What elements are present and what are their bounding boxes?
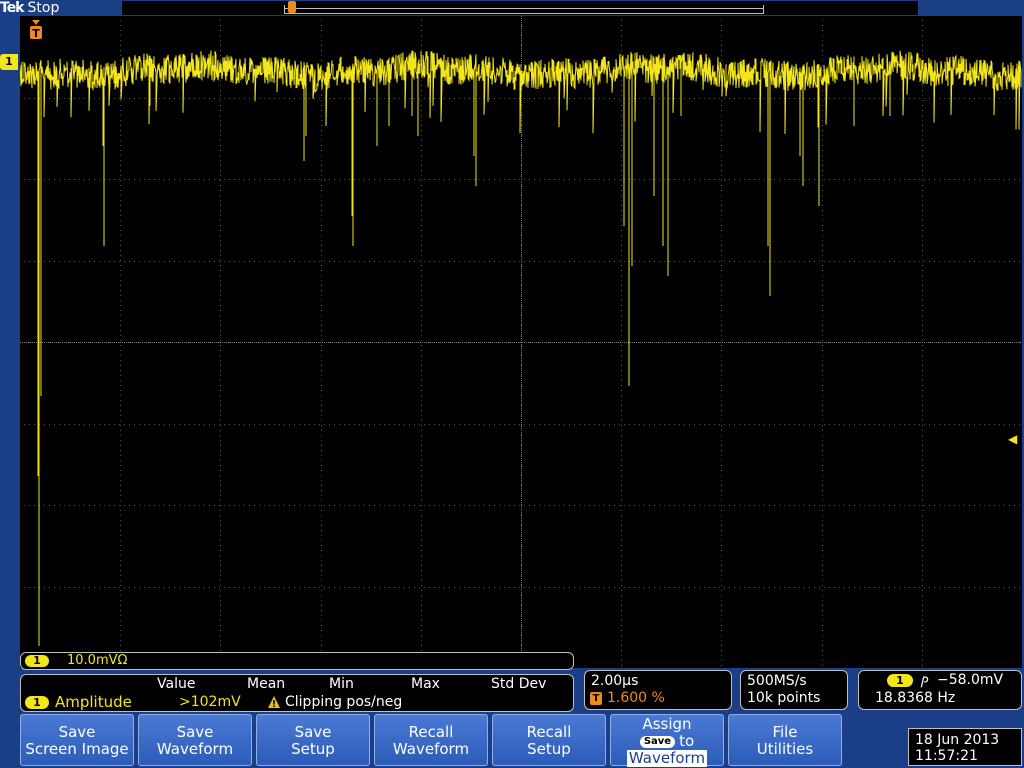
date: 18 Jun 2013 [915, 732, 1000, 748]
graticule [20, 16, 1022, 667]
col-min: Min [329, 676, 354, 692]
trigger-source-badge: 1 [887, 674, 913, 687]
clipping-warning: Clipping pos/neg [285, 694, 403, 710]
col-max: Max [411, 676, 440, 692]
falling-edge-icon: ⳏ [921, 672, 929, 688]
file-utilities-button[interactable]: File Utilities [728, 714, 842, 766]
assign-save-button[interactable]: Assign Save to Waveform [610, 714, 724, 767]
timebase-scale: 2.00µs [591, 673, 639, 689]
ch1-waveform-trace [20, 50, 1022, 646]
save-key-chip: Save [639, 735, 676, 748]
record-trigger-marker [288, 1, 296, 13]
save-waveform-button[interactable]: Save Waveform [138, 714, 252, 766]
record-length: 10k points [747, 690, 821, 706]
channel-scale-readout[interactable]: 1 10.0mVΩ [20, 652, 574, 670]
date-time-readout: 18 Jun 2013 11:57:21 [908, 728, 1022, 766]
waveform-display[interactable] [20, 16, 1022, 668]
warning-icon [268, 696, 280, 708]
measurement-panel[interactable]: Value Mean Min Max Std Dev 1 Amplitude >… [20, 674, 574, 712]
recall-setup-button[interactable]: Recall Setup [492, 714, 606, 766]
trigger-position-icon[interactable]: T [28, 20, 44, 40]
assign-waveform-selected: Waveform [626, 749, 708, 767]
trigger-level: −58.0mV [937, 672, 1004, 688]
save-setup-button[interactable]: Save Setup [256, 714, 370, 766]
trigger-t-icon: T [590, 692, 602, 705]
record-view-strip [122, 1, 918, 15]
col-std-dev: Std Dev [491, 676, 547, 692]
col-value: Value [157, 676, 196, 692]
ch1-badge: 1 [25, 696, 49, 709]
ch1-scale-value: 10.0mVΩ [67, 653, 128, 668]
top-status-bar: Tek Stop [0, 0, 1024, 16]
trigger-readout[interactable]: 1 ⳏ −58.0mV 18.8368 Hz [858, 670, 1022, 710]
save-screen-image-button[interactable]: Save Screen Image [20, 714, 134, 766]
measurement-value: >102mV [179, 694, 241, 710]
trigger-position-value: 1.600 % [607, 690, 665, 706]
recall-waveform-button[interactable]: Recall Waveform [374, 714, 488, 766]
svg-text:T: T [32, 27, 40, 40]
brand-logo: Tek [0, 0, 24, 16]
measurement-name: Amplitude [55, 693, 132, 711]
brand-status: Tek Stop [0, 0, 59, 16]
acquisition-state: Stop [27, 0, 60, 16]
ch1-badge: 1 [25, 655, 49, 667]
sample-rate: 500MS/s [747, 673, 807, 689]
trigger-level-arrow-icon[interactable]: ◀ [1008, 432, 1022, 446]
time: 11:57:21 [915, 748, 978, 764]
horizontal-readout[interactable]: 2.00µs T 1.600 % [584, 670, 732, 710]
ch1-ground-marker[interactable]: 1 [0, 54, 18, 70]
col-mean: Mean [247, 676, 286, 692]
acquisition-readout[interactable]: 500MS/s 10k points [740, 670, 848, 710]
record-view-bracket[interactable] [284, 1, 764, 14]
trigger-frequency: 18.8368 Hz [875, 690, 956, 706]
